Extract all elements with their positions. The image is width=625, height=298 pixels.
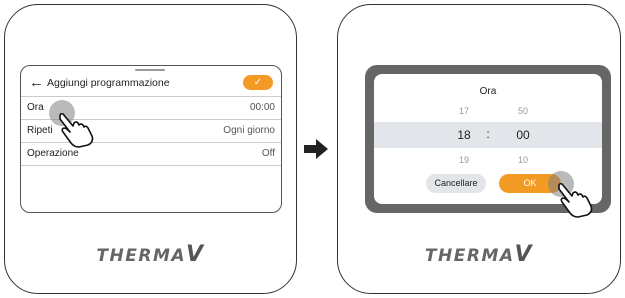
back-arrow-icon[interactable]: ← bbox=[29, 72, 44, 94]
arrow-right-icon bbox=[304, 139, 328, 159]
therma-v-logo: THERMAV bbox=[96, 242, 205, 267]
page-title: Aggiungi programmazione bbox=[47, 77, 170, 89]
sheet-grabber[interactable] bbox=[135, 69, 165, 71]
minute-selected[interactable]: 00 bbox=[508, 128, 538, 142]
pointing-hand-icon bbox=[558, 182, 593, 218]
divider bbox=[21, 165, 281, 166]
row-value: 00:00 bbox=[249, 102, 275, 113]
device-frame-step2: Ora 17 18 19 : 50 00 10 Cancellare OK TH… bbox=[337, 4, 621, 294]
dimmed-screen: Ora 17 18 19 : 50 00 10 Cancellare OK bbox=[365, 65, 611, 218]
hour-next[interactable]: 19 bbox=[449, 155, 479, 165]
dialog-title: Ora bbox=[479, 86, 497, 97]
device-frame-step1: ← Aggiungi programmazione ✓ Ora 00:00 Ri… bbox=[4, 4, 297, 294]
confirm-button[interactable]: ✓ bbox=[243, 75, 273, 90]
pointing-hand-icon bbox=[59, 112, 94, 148]
row-label: Ripeti bbox=[27, 125, 53, 136]
hour-selected[interactable]: 18 bbox=[449, 128, 479, 142]
time-separator: : bbox=[486, 127, 490, 141]
hour-prev[interactable]: 17 bbox=[449, 106, 479, 116]
minute-prev[interactable]: 50 bbox=[508, 106, 538, 116]
schedule-screen: ← Aggiungi programmazione ✓ Ora 00:00 Ri… bbox=[20, 65, 282, 213]
screen-header: ← Aggiungi programmazione ✓ bbox=[21, 72, 281, 96]
cancel-button[interactable]: Cancellare bbox=[426, 174, 486, 193]
minute-next[interactable]: 10 bbox=[508, 155, 538, 165]
row-label: Ora bbox=[27, 102, 44, 113]
therma-v-logo: THERMAV bbox=[424, 242, 534, 267]
row-value: Off bbox=[261, 148, 275, 159]
row-value: Ogni giorno bbox=[223, 125, 275, 136]
